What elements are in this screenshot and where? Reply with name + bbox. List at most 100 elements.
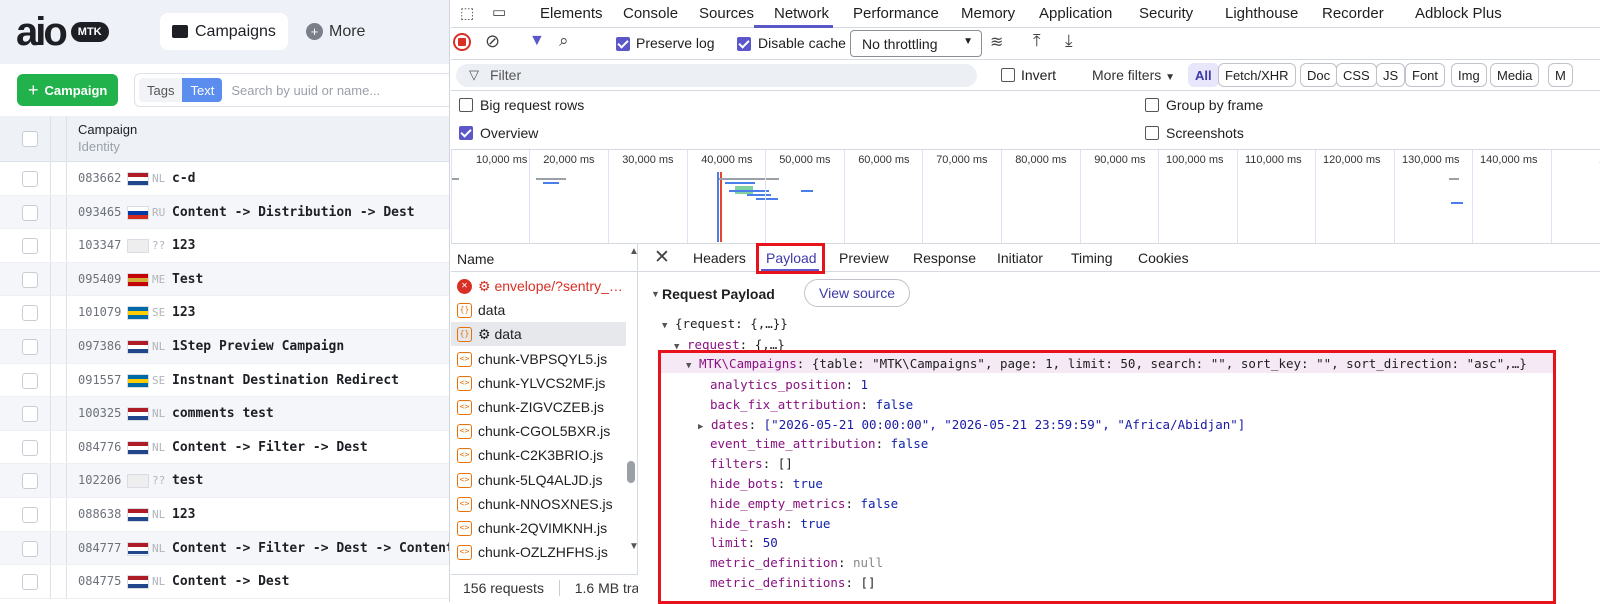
tab-sources[interactable]: Sources [699,5,754,22]
scroll-up-arrow-icon[interactable]: ▲ [629,246,637,257]
column-header-campaign[interactable]: Campaign [78,122,137,137]
row-checkbox[interactable] [22,540,38,557]
overview-checkbox[interactable] [459,126,473,140]
search-mode-tags[interactable]: Tags [139,78,183,102]
campaign-name[interactable]: test [172,473,203,488]
tab-memory[interactable]: Memory [961,5,1015,22]
type-filter-doc[interactable]: Doc [1300,63,1338,87]
request-row[interactable]: <> chunk-5LQ4ALJD.js [451,468,626,492]
filter-funnel-icon[interactable]: ▼ [529,32,545,50]
inspect-element-icon[interactable]: ⬚ [460,4,474,22]
request-row[interactable]: <> chunk-C2K3BRIO.js [451,443,626,467]
request-row[interactable]: <> chunk-NNOSXNES.js [451,492,626,516]
campaign-name[interactable]: 123 [172,507,195,522]
request-row[interactable]: <> chunk-ZIGVCZEB.js [451,395,626,419]
table-row[interactable]: 102206?? test [0,464,449,498]
payload-field-limit[interactable]: limit: 50 [710,535,778,550]
disable-cache-checkbox[interactable] [737,37,751,51]
export-har-icon[interactable]: ⤓ [1065,31,1073,51]
nav-more[interactable]: + More [306,13,365,50]
more-filters-dropdown[interactable]: More filters ▼ [1092,67,1175,83]
request-row[interactable]: {} data [451,298,626,322]
type-filter-fetch-xhr[interactable]: Fetch/XHR [1218,63,1296,87]
detail-tab-preview[interactable]: Preview [839,250,889,266]
import-har-icon[interactable]: ⤒ [1033,31,1041,51]
throttling-select[interactable]: No throttling ▼ [850,30,982,57]
table-row[interactable]: 091557 SE Instnant Destination Redirect [0,363,449,398]
payload-root[interactable]: ▼ {request: {,…}} [662,316,788,331]
campaign-name[interactable]: c-d [172,171,195,186]
device-toolbar-icon[interactable]: ▭ [492,3,506,21]
request-row[interactable]: <> chunk-YLVCS2MF.js [451,371,626,395]
type-filter-img[interactable]: Img [1451,63,1487,87]
row-checkbox[interactable] [22,305,38,322]
detail-tab-headers[interactable]: Headers [693,250,746,266]
request-row[interactable]: <> chunk-CGOL5BXR.js [451,419,626,443]
scroll-down-arrow-icon[interactable]: ▼ [629,541,637,552]
search-icon[interactable]: ⌕ [559,31,569,51]
table-row[interactable]: 084776 NL Content -> Filter -> Dest [0,430,449,465]
view-source-button[interactable]: View source [804,279,911,307]
logo[interactable]: aio MTK [16,12,109,52]
type-filter-more[interactable]: M [1548,63,1573,87]
request-row[interactable]: <> chunk-OZLZHFHS.js [451,540,626,564]
campaign-name[interactable]: Content -> Filter -> Dest -> Content [172,541,449,556]
table-row[interactable]: 100325 NL comments test [0,397,449,431]
request-list-scrollbar[interactable] [627,461,635,483]
payload-field-hide-bots[interactable]: hide_bots: true [710,476,823,491]
tab-adblock-plus[interactable]: Adblock Plus [1415,5,1502,22]
payload-field-event-time-attribution[interactable]: event_time_attribution: false [710,436,928,451]
detail-tab-response[interactable]: Response [913,250,976,266]
payload-field-back-fix-attribution[interactable]: back_fix_attribution: false [710,397,913,412]
table-row[interactable]: 084775 NL Content -> Dest [0,565,449,599]
add-campaign-button[interactable]: + Campaign [17,74,119,106]
campaign-name[interactable]: Content -> Distribution -> Dest [172,205,415,220]
preserve-log-checkbox[interactable] [616,37,630,51]
request-row[interactable]: <> chunk-2QVIMKNH.js [451,516,626,540]
payload-field-metric-definition[interactable]: metric_definition: null [710,555,883,570]
record-stop-icon[interactable] [453,33,471,51]
payload-field-metric-definitions[interactable]: metric_definitions: [] [710,575,876,590]
campaign-name[interactable]: 123 [172,238,195,253]
select-all-checkbox[interactable] [22,131,38,147]
table-row[interactable]: 083662 NL c-d [0,162,449,196]
nav-campaigns[interactable]: Campaigns [160,13,288,50]
type-filter-font[interactable]: Font [1405,63,1446,87]
request-row[interactable]: {} ⚙ data [451,322,626,347]
big-request-rows-checkbox[interactable] [459,98,473,112]
tab-lighthouse[interactable]: Lighthouse [1225,5,1298,22]
row-checkbox[interactable] [22,406,38,423]
campaign-name[interactable]: Test [172,272,203,287]
row-checkbox[interactable] [22,574,38,591]
network-overview-timeline[interactable]: 10,000 ms 20,000 ms 30,000 ms 40,000 ms 50,0… [451,149,1600,244]
tab-console[interactable]: Console [623,5,678,22]
row-checkbox[interactable] [22,171,38,187]
detail-tab-initiator[interactable]: Initiator [997,250,1043,266]
close-detail-icon[interactable]: ✕ [654,246,670,269]
row-checkbox[interactable] [22,439,38,456]
type-filter-js[interactable]: JS [1376,63,1406,87]
filter-input[interactable]: ▽ Filter [456,64,977,87]
campaign-name[interactable]: Content -> Filter -> Dest [172,440,368,455]
tab-application[interactable]: Application [1039,5,1112,22]
clear-icon[interactable]: ⊘ [485,31,500,52]
tab-performance[interactable]: Performance [853,5,939,22]
row-checkbox[interactable] [22,473,38,490]
group-by-frame-checkbox[interactable] [1145,98,1159,112]
request-row[interactable]: <> chunk-VBPSQYL5.js [451,347,626,371]
table-row[interactable]: 095409 ME Test [0,262,449,297]
payload-field-analytics-position[interactable]: analytics_position: 1 [710,377,868,392]
search-input[interactable]: Search by uuid or name... [231,83,380,98]
tab-security[interactable]: Security [1139,5,1193,22]
collapse-triangle-icon[interactable]: ▼ [651,289,660,299]
screenshots-checkbox[interactable] [1145,126,1159,140]
row-checkbox[interactable] [22,506,38,523]
tab-recorder[interactable]: Recorder [1322,5,1384,22]
detail-tab-timing[interactable]: Timing [1071,250,1113,266]
payload-field-hide-trash[interactable]: hide_trash: true [710,516,830,531]
row-checkbox[interactable] [22,338,38,355]
table-row[interactable]: 097386 NL 1Step Preview Campaign [0,329,449,364]
table-row[interactable]: 088638 NL 123 [0,497,449,532]
table-row[interactable]: 093465 RU Content -> Distribution -> Dest [0,195,449,230]
type-filter-media[interactable]: Media [1490,63,1540,87]
